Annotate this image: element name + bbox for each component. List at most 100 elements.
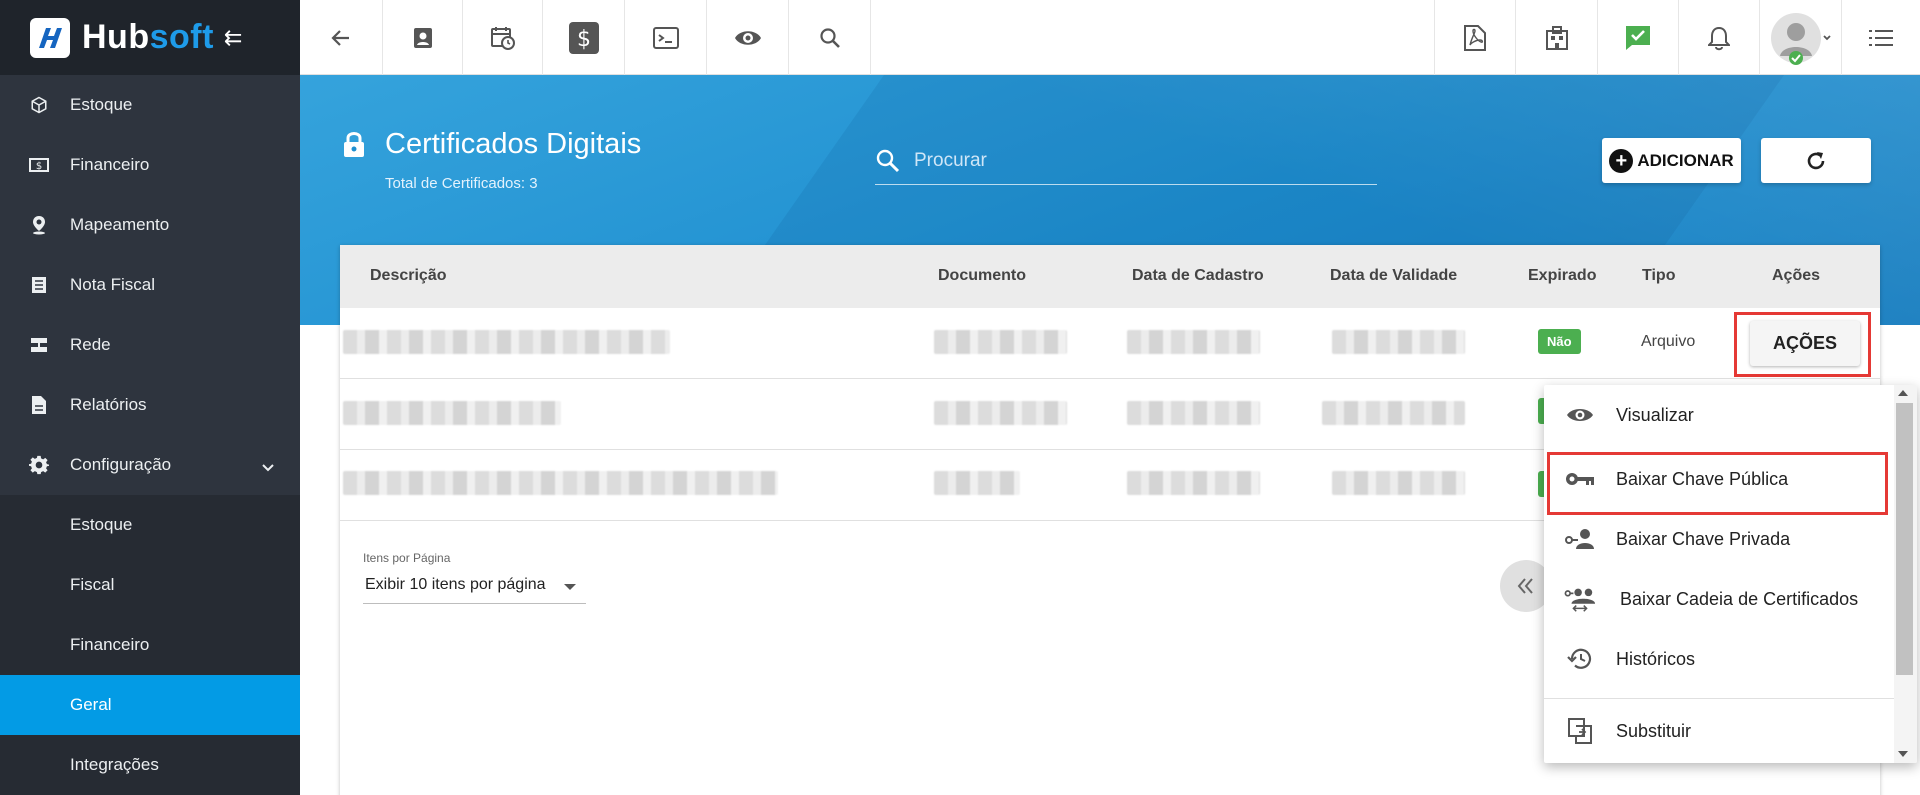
column-header[interactable]: Ações (1772, 267, 1820, 285)
sidebar-subitem-label: Financeiro (70, 635, 150, 654)
sidebar-subitem-label: Estoque (70, 515, 133, 534)
search-button[interactable] (789, 0, 871, 75)
chevron-down-icon (262, 457, 274, 477)
sidebar-subitem-fiscal[interactable]: Fiscal (0, 555, 300, 615)
refresh-button[interactable] (1761, 138, 1871, 183)
sidebar-item-label: Relatórios (70, 395, 147, 414)
column-header[interactable]: Data de Validade (1330, 267, 1457, 285)
back-button[interactable] (300, 0, 383, 75)
redacted-date (1332, 330, 1465, 354)
menu-item-label: Baixar Chave Privada (1616, 528, 1791, 549)
sidebar-item-label: Mapeamento (70, 215, 170, 234)
sidebar-subitem-financeiro[interactable]: Financeiro (0, 615, 300, 675)
menu-item-label: Visualizar (1616, 404, 1694, 425)
sidebar-item-label: Rede (70, 335, 111, 354)
tasks-button[interactable] (1597, 0, 1678, 75)
add-circle-icon: + (1609, 148, 1634, 173)
redacted-date (1332, 471, 1465, 495)
arrow-left-icon (331, 29, 349, 46)
redacted-date (1127, 401, 1260, 425)
menu-item-historicos[interactable]: Históricos (1544, 629, 1894, 689)
money-icon: $ (28, 154, 50, 176)
eye-icon (1564, 399, 1596, 431)
avatar (1770, 12, 1831, 65)
pdf-button[interactable] (1434, 0, 1515, 75)
redacted-description (343, 330, 670, 354)
search-input[interactable] (914, 146, 1374, 176)
sidebar-subitem-integracoes[interactable]: Integrações (0, 735, 300, 795)
column-header[interactable]: Tipo (1642, 267, 1675, 285)
finance-button[interactable]: $ (543, 0, 625, 75)
map-pin-icon (28, 214, 50, 236)
sidebar-subitem-geral[interactable]: Geral (0, 675, 300, 735)
menu-item-substituir[interactable]: Substituir (1544, 701, 1894, 761)
redacted-date (1127, 471, 1260, 495)
sidebar-item-estoque[interactable]: Estoque (0, 75, 300, 135)
sidebar-item-label: Configuração (70, 455, 172, 474)
contacts-button[interactable] (383, 0, 463, 75)
column-header[interactable]: Documento (938, 267, 1026, 285)
company-button[interactable] (1515, 0, 1597, 75)
redacted-description (343, 401, 561, 425)
sidebar-item-nota-fiscal[interactable]: Nota Fiscal (0, 255, 300, 315)
column-header[interactable]: Data de Cadastro (1132, 267, 1264, 285)
terminal-icon (652, 26, 679, 49)
items-per-page-select[interactable]: Exibir 10 itens por página (363, 568, 586, 604)
brand[interactable]: Hubsoft ⇇ (0, 0, 300, 75)
view-button[interactable] (707, 0, 789, 75)
double-chevron-left-icon (1517, 578, 1533, 594)
actions-dropdown-menu: Visualizar Baixar Chave Pública Baixar C… (1544, 385, 1917, 763)
notifications-button[interactable] (1678, 0, 1759, 75)
user-menu-button[interactable] (1759, 0, 1841, 75)
actions-button[interactable]: AÇÕES (1750, 321, 1860, 366)
scroll-down-icon[interactable] (1898, 751, 1908, 757)
gear-icon (28, 454, 50, 476)
redacted-date (1127, 330, 1260, 354)
pdf-icon (1464, 24, 1486, 51)
document-list-icon (28, 274, 50, 296)
sidebar-item-relatorios[interactable]: Relatórios (0, 375, 300, 435)
add-button[interactable]: + ADICIONAR (1602, 138, 1741, 183)
search-field[interactable] (875, 140, 1377, 185)
svg-text:$: $ (577, 27, 591, 52)
sidebar-item-rede[interactable]: Rede (0, 315, 300, 375)
menu-item-label: Baixar Cadeia de Certificados (1620, 588, 1859, 609)
user-key-icon (1564, 523, 1596, 555)
terminal-button[interactable] (625, 0, 707, 75)
brand-name: Hubsoft (82, 18, 214, 56)
collapse-sidebar-icon[interactable]: ⇇ (224, 25, 242, 51)
history-icon (1564, 643, 1596, 675)
replace-icon (1564, 715, 1596, 747)
dollar-icon: $ (568, 21, 599, 54)
expired-badge: Não (1538, 329, 1581, 354)
column-header[interactable]: Descrição (370, 267, 447, 285)
eye-icon (734, 30, 761, 45)
scroll-up-icon[interactable] (1898, 390, 1908, 396)
menu-item-baixar-chave-privada[interactable]: Baixar Chave Privada (1544, 509, 1894, 569)
column-header[interactable]: Expirado (1528, 267, 1596, 285)
search-icon (875, 148, 901, 179)
sidebar-subitem-estoque[interactable]: Estoque (0, 495, 300, 555)
dropdown-scrollbar-thumb[interactable] (1896, 403, 1913, 675)
menu-item-label: Históricos (1616, 648, 1696, 669)
group-key-icon (1564, 583, 1596, 615)
type-cell: Arquivo (1641, 333, 1696, 350)
cube-icon (28, 94, 50, 116)
highlight-box (1547, 452, 1888, 515)
schedule-button[interactable] (463, 0, 543, 75)
menu-item-visualizar[interactable]: Visualizar (1544, 385, 1894, 445)
menu-item-baixar-cadeia[interactable]: Baixar Cadeia de Certificados (1544, 569, 1894, 629)
menu-item-label: Substituir (1616, 720, 1692, 741)
sidebar-item-label: Nota Fiscal (70, 275, 156, 294)
sidebar-subitem-label: Integrações (70, 755, 159, 774)
sidebar-item-configuracao[interactable]: Configuração (0, 435, 300, 495)
contact-card-icon (413, 27, 432, 48)
sidebar-item-mapeamento[interactable]: Mapeamento (0, 195, 300, 255)
calendar-clock-icon (490, 26, 515, 50)
building-icon (1545, 25, 1568, 50)
sidebar-subitem-label: Fiscal (70, 575, 115, 594)
more-menu-button[interactable] (1841, 0, 1920, 75)
items-per-page-label: Itens por Página (363, 551, 451, 565)
redacted-date (1322, 401, 1465, 425)
sidebar-item-financeiro[interactable]: $ Financeiro (0, 135, 300, 195)
